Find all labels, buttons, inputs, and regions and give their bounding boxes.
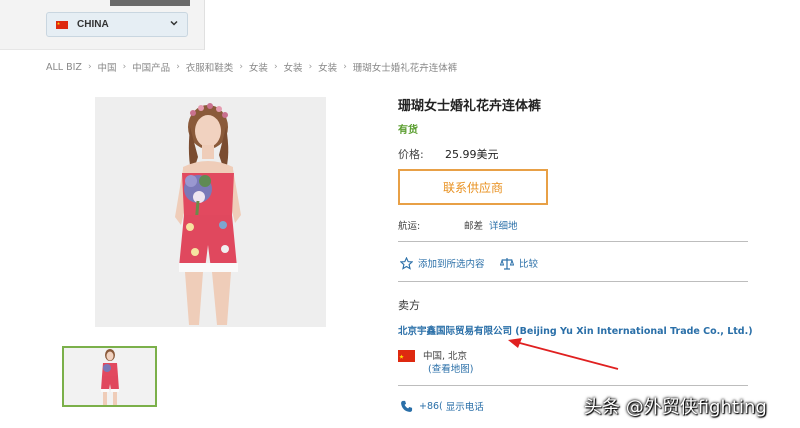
compare-link[interactable]: 比较 [500,256,538,270]
contact-supplier-button[interactable]: 联系供应商 [398,169,548,205]
chevron-right-icon: › [122,62,127,72]
price-value: 25.99美元 [445,148,499,161]
shipping-method: 邮差 [464,221,484,232]
chevron-right-icon: › [308,62,313,72]
phone-icon [401,400,413,412]
divider [398,241,748,242]
header-search-area [205,0,800,50]
breadcrumb-item[interactable]: ALL BIZ [46,62,82,73]
country-label: CHINA [77,19,109,30]
chevron-right-icon: › [176,62,180,72]
add-to-favorites-link[interactable]: 添加到所选内容 [400,256,485,270]
shipping-detail-link[interactable]: 详细地 [489,218,518,232]
chevron-right-icon: › [273,62,278,72]
site-logo[interactable] [110,0,190,6]
breadcrumb-item[interactable]: 女装 [284,60,303,74]
product-thumbnail[interactable] [62,346,157,407]
shipping-label: 航运: [398,221,421,232]
divider [398,281,748,282]
add-to-favorites-label: 添加到所选内容 [418,259,485,270]
product-main-image[interactable] [95,97,326,327]
show-phone-label: 显示电话 [445,402,484,413]
product-title: 珊瑚女士婚礼花卉连体裤 [398,99,542,114]
chevron-right-icon: › [343,62,347,72]
divider [398,385,748,386]
chevron-right-icon: › [239,62,243,72]
scale-icon [500,257,514,270]
price-label: 价格: [398,148,424,161]
breadcrumb-item[interactable]: 女装 [249,60,268,74]
view-map-link[interactable]: (查看地图) [428,361,473,375]
seller-heading: 卖方 [398,299,420,312]
stock-status: 有货 [398,125,418,136]
breadcrumb: ALL BIZ › 中国 › 中国产品 › 衣服和鞋类 › 女装 › 女装 › 女装 › 珊瑚… [46,60,458,75]
china-flag-icon [398,350,415,362]
seller-name-link[interactable]: 北京宇鑫国际贸易有限公司 (Beijing Yu Xin Internation… [398,323,753,337]
breadcrumb-item[interactable]: 中国产品 [132,60,170,74]
star-icon [400,256,413,270]
chevron-down-icon [169,18,179,31]
compare-label: 比较 [519,259,539,270]
show-phone-link[interactable]: +86( 显示电话 [400,399,484,413]
chevron-right-icon: › [87,62,92,72]
breadcrumb-current: 珊瑚女士婚礼花卉连体裤 [352,63,458,74]
site-header: CHINA [0,0,800,50]
breadcrumb-item[interactable]: 衣服和鞋类 [186,60,234,74]
phone-prefix: +86( [419,400,443,412]
china-flag-icon [56,20,68,29]
breadcrumb-item[interactable]: 女装 [318,60,337,74]
watermark-text: 头条 @外贸侠fighting [584,397,767,418]
seller-location: 中国, 北京 [423,351,468,362]
breadcrumb-item[interactable]: 中国 [98,60,117,74]
country-select[interactable]: CHINA [46,12,188,37]
